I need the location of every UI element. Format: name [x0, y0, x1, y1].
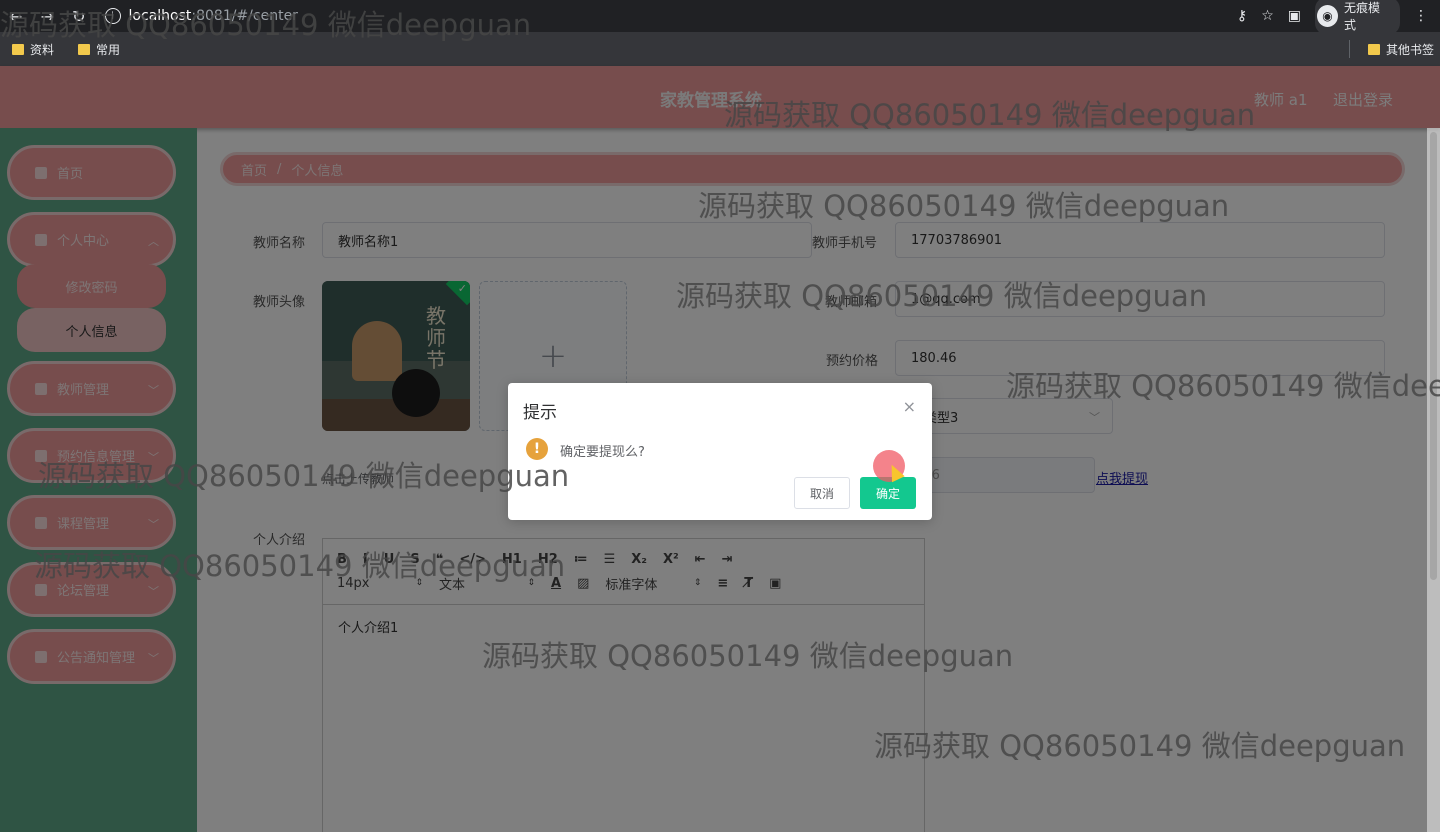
watermark-text: 源码获取 QQ86050149 微信deepguan: [874, 729, 1406, 763]
folder-icon: [12, 43, 24, 55]
other-bookmarks[interactable]: 其他书签: [1367, 41, 1434, 58]
incognito-badge[interactable]: ◉ 无痕模式: [1314, 0, 1401, 35]
key-icon[interactable]: ⚷: [1237, 8, 1247, 24]
watermark-text: 源码获取 QQ86050149 微信deepguan: [482, 639, 1014, 673]
dialog-title: 提示: [523, 403, 557, 423]
scrollbar-thumb[interactable]: [1430, 132, 1437, 580]
folder-icon: [78, 43, 91, 55]
cancel-button[interactable]: 取消: [794, 477, 850, 509]
bookmark-separator: [1348, 40, 1350, 58]
incognito-label: 无痕模式: [1344, 1, 1381, 32]
other-bookmarks-label: 其他书签: [1385, 42, 1434, 57]
watermark-text: 源码获取 QQ86050149 微信deepguan: [1006, 369, 1440, 403]
menu-kebab-icon[interactable]: ⋮: [1414, 8, 1428, 24]
watermark-text: 源码获取 QQ86050149 微信deepguan: [676, 279, 1208, 313]
page-scrollbar[interactable]: [1427, 128, 1440, 832]
confirm-dialog: 提示 × ! 确定要提现么? 取消 确定: [508, 383, 932, 520]
watermark-text: 源码获取 QQ86050149 微信deepguan: [38, 459, 570, 493]
watermark-text: 源码获取 QQ86050149 微信deepguan: [698, 189, 1230, 223]
watermark-text: 源码获取 QQ86050149 微信deepguan: [34, 549, 566, 583]
close-icon[interactable]: ×: [903, 397, 916, 416]
star-icon[interactable]: ☆: [1261, 8, 1274, 24]
folder-icon: [1367, 43, 1380, 55]
dialog-message: 确定要提现么?: [560, 445, 645, 460]
incognito-icon: ◉: [1316, 5, 1339, 27]
sidepanel-icon[interactable]: ▣: [1288, 8, 1301, 24]
watermark-text: 源码获取 QQ86050149 微信deepguan: [724, 98, 1256, 132]
watermark-text: 源码获取 QQ86050149 微信deepguan: [0, 8, 532, 42]
